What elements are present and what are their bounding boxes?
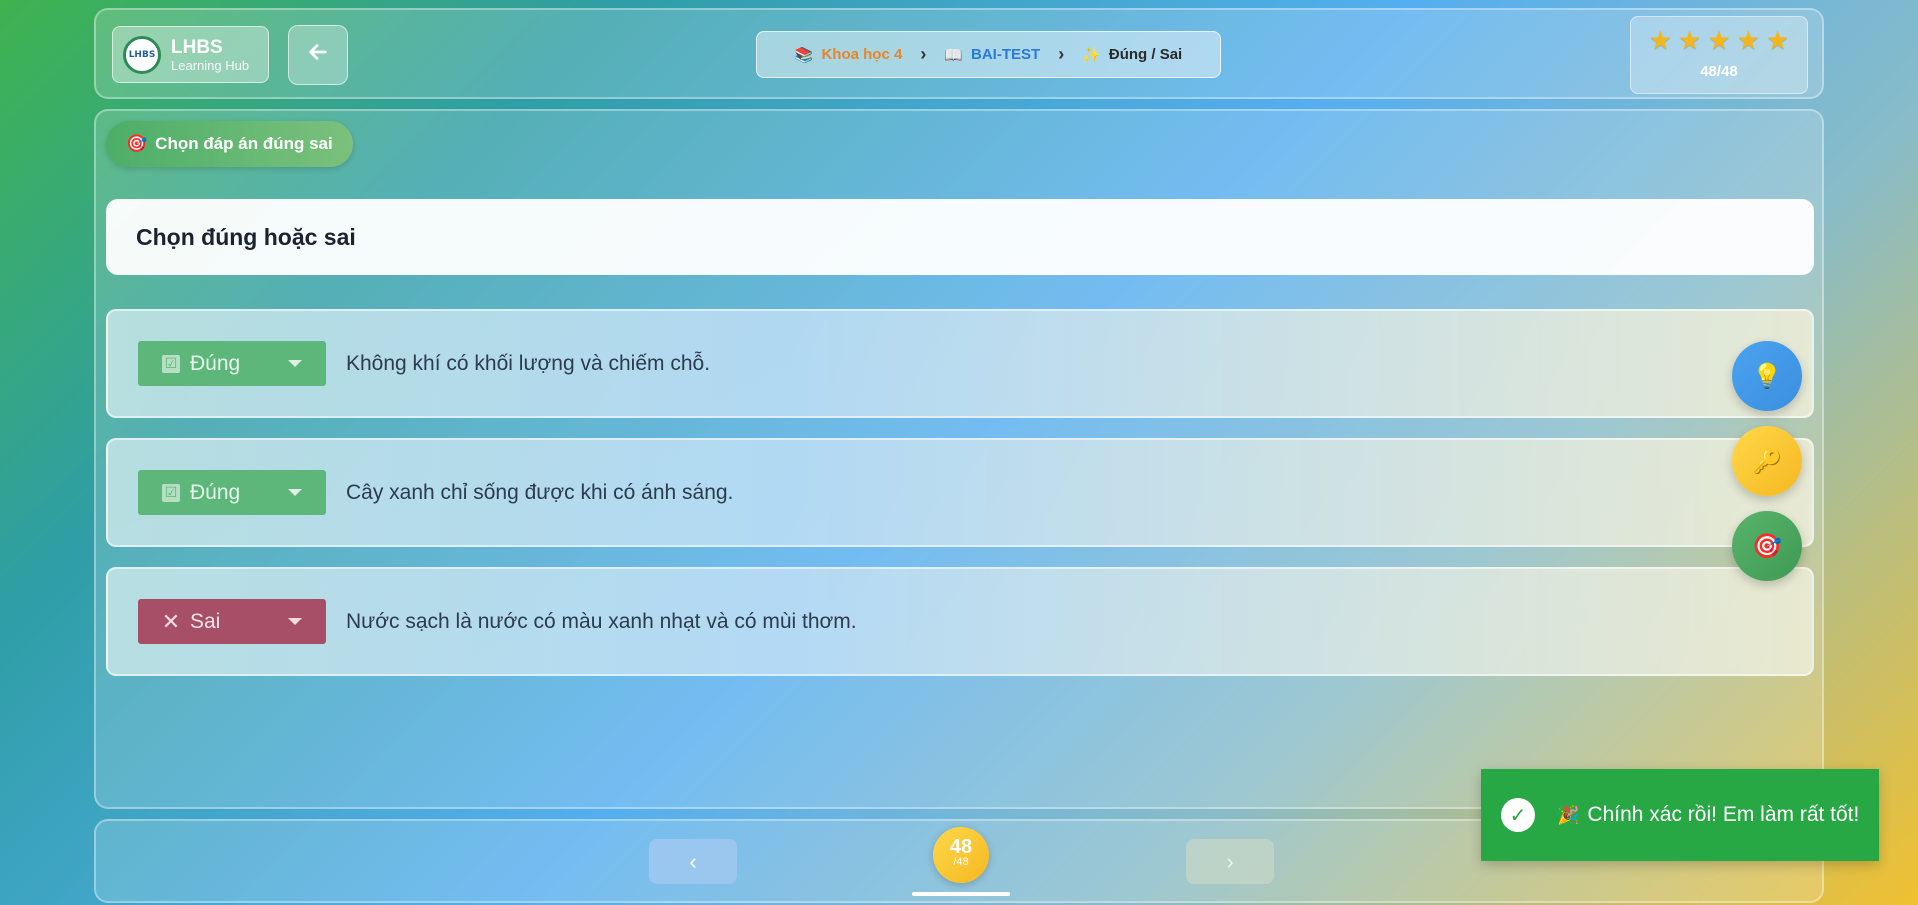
star-rating: ★ ★ ★ ★ ★ (1631, 27, 1807, 53)
star-icon: ★ (1707, 25, 1731, 55)
party-icon: 🎉 (1557, 804, 1580, 825)
chevron-right-icon: › (1058, 44, 1065, 64)
chevron-left-icon: ‹ (689, 848, 697, 874)
logo-badge: LHBS (123, 35, 161, 74)
logo-title: LHBS (171, 36, 223, 58)
target-icon: 🎯 (126, 134, 148, 153)
page-current: 48 (949, 836, 973, 858)
app-logo[interactable]: LHBS LHBS Learning Hub (112, 26, 269, 83)
breadcrumb-item-course[interactable]: 📚 Khoa học 4 (795, 46, 903, 64)
statement-row: ☑ Đúng Cây xanh chỉ sống được khi có ánh… (106, 438, 1814, 547)
statement-row: ☑ Đúng Không khí có khối lượng và chiếm … (106, 309, 1814, 418)
breadcrumb-item-current: ✨ Đúng / Sai (1082, 46, 1182, 64)
answer-select[interactable]: ☑ Đúng (138, 341, 326, 386)
answer-select-value: Đúng (190, 351, 241, 375)
chevron-right-icon: › (1226, 848, 1234, 874)
breadcrumb: 📚 Khoa học 4 › 📖 BAI-TEST › ✨ Đúng / Sai (756, 31, 1221, 78)
progress-bar (912, 892, 1010, 896)
key-icon: 🔑 (1752, 447, 1782, 475)
breadcrumb-label: Đúng / Sai (1108, 46, 1183, 63)
mode-chip: 🎯 Chọn đáp án đúng sai (106, 121, 353, 167)
arrow-left-icon (307, 41, 329, 69)
answer-select-value: Sai (190, 609, 221, 633)
book-icon: 📖 (944, 46, 964, 64)
breadcrumb-item-lesson[interactable]: 📖 BAI-TEST (944, 46, 1040, 64)
lightbulb-icon: 💡 (1752, 362, 1782, 390)
progress-fill (912, 892, 1010, 896)
mode-chip-label: Chọn đáp án đúng sai (155, 134, 333, 153)
toast-message: Chính xác rồi! Em làm rất tốt! (1587, 803, 1860, 826)
books-icon: 📚 (794, 46, 814, 64)
statement-text: Không khí có khối lượng và chiếm chỗ. (346, 351, 711, 375)
check-icon: ✓ (1501, 798, 1535, 832)
breadcrumb-label: Khoa học 4 (821, 46, 903, 63)
page-indicator: 48 /48 (933, 827, 989, 883)
star-icon: ★ (1678, 25, 1702, 55)
star-icon: ★ (1765, 25, 1790, 55)
statement-text: Nước sạch là nước có màu xanh nhạt và có… (346, 609, 857, 633)
question-panel: 🎯 Chọn đáp án đúng sai Chọn đúng hoặc sa… (94, 109, 1824, 809)
target-icon: 🎯 (1752, 532, 1782, 560)
answer-select[interactable]: ✕ Sai (138, 599, 326, 644)
breadcrumb-label: BAI-TEST (971, 46, 1041, 63)
back-button[interactable] (288, 25, 348, 85)
page-total: /48 (953, 856, 969, 868)
statement-row: ✕ Sai Nước sạch là nước có màu xanh nhạt… (106, 567, 1814, 676)
hint-button[interactable]: 💡 (1732, 341, 1802, 411)
check-answer-button[interactable]: 🎯 (1732, 511, 1802, 581)
question-title: Chọn đúng hoặc sai (106, 199, 1814, 275)
chevron-down-icon (288, 489, 302, 496)
logo-subtitle: Learning Hub (171, 57, 250, 73)
score-count: 48/48 (1700, 63, 1738, 80)
next-button[interactable]: › (1186, 839, 1274, 884)
show-answer-button[interactable]: 🔑 (1732, 426, 1802, 496)
statement-text: Cây xanh chỉ sống được khi có ánh sáng. (346, 480, 734, 504)
answer-select-value: Đúng (190, 480, 241, 504)
score-box: ★ ★ ★ ★ ★ 48/48 (1630, 16, 1808, 94)
chevron-down-icon (288, 360, 302, 367)
star-icon: ★ (1736, 25, 1760, 55)
sparkles-icon: ✨ (1082, 46, 1101, 64)
checkbox-icon: ☑ (162, 354, 180, 373)
checkbox-icon: ☑ (162, 483, 180, 502)
star-icon: ★ (1648, 25, 1673, 55)
header-bar: LHBS LHBS Learning Hub 📚 Khoa học 4 › 📖 … (94, 8, 1824, 99)
cross-icon: ✕ (161, 608, 181, 634)
previous-button[interactable]: ‹ (649, 839, 737, 884)
success-toast: ✓ 🎉 Chính xác rồi! Em làm rất tốt! (1481, 769, 1879, 861)
chevron-right-icon: › (920, 44, 927, 64)
answer-select[interactable]: ☑ Đúng (138, 470, 326, 515)
chevron-down-icon (288, 618, 302, 625)
